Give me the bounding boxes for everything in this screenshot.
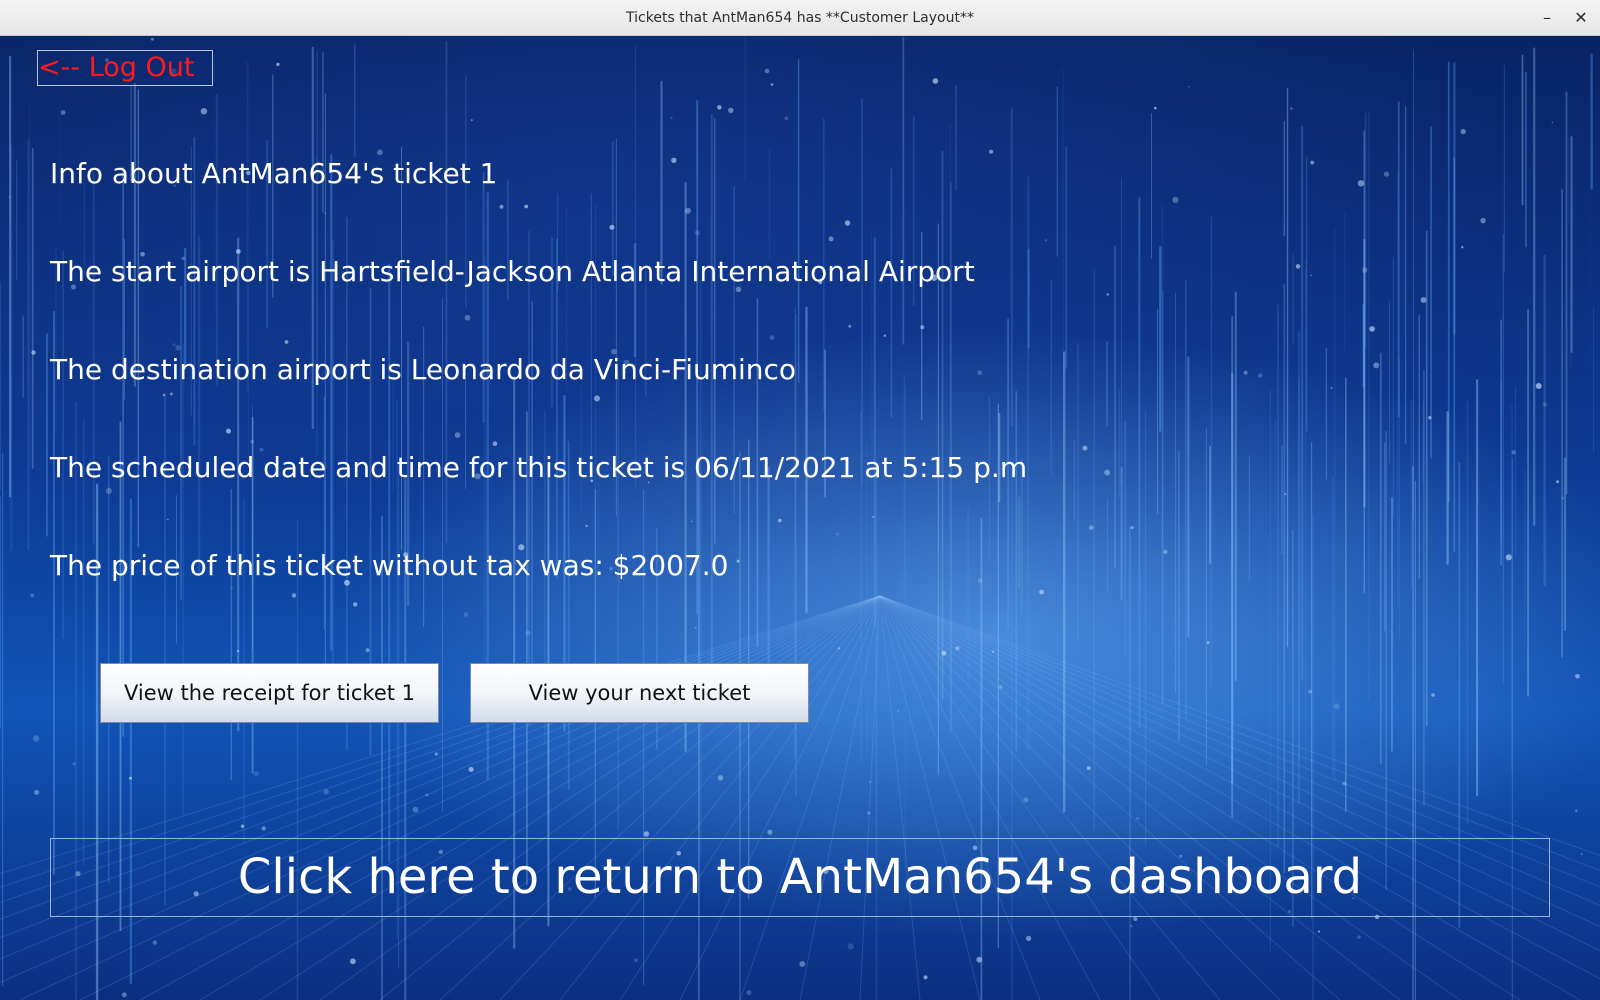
main-panel: <-- Log Out Info about AntMan654's ticke… xyxy=(0,36,1600,1000)
ticket-heading: Info about AntMan654's ticket 1 xyxy=(50,157,498,190)
price-text: The price of this ticket without tax was… xyxy=(50,549,729,582)
window-title: Tickets that AntMan654 has **Customer La… xyxy=(626,10,974,26)
view-receipt-button[interactable]: View the receipt for ticket 1 xyxy=(100,663,439,723)
start-airport-text: The start airport is Hartsfield-Jackson … xyxy=(50,255,975,288)
destination-airport-text: The destination airport is Leonardo da V… xyxy=(50,353,797,386)
app-window: Tickets that AntMan654 has **Customer La… xyxy=(0,0,1600,1000)
view-next-ticket-button[interactable]: View your next ticket xyxy=(470,663,809,723)
minimize-icon[interactable]: – xyxy=(1537,8,1557,28)
return-dashboard-button[interactable]: Click here to return to AntMan654's dash… xyxy=(50,838,1550,917)
logout-button[interactable]: <-- Log Out xyxy=(37,50,213,86)
close-icon[interactable]: ✕ xyxy=(1571,8,1591,28)
schedule-text: The scheduled date and time for this tic… xyxy=(50,451,1028,484)
title-bar: Tickets that AntMan654 has **Customer La… xyxy=(0,0,1600,36)
